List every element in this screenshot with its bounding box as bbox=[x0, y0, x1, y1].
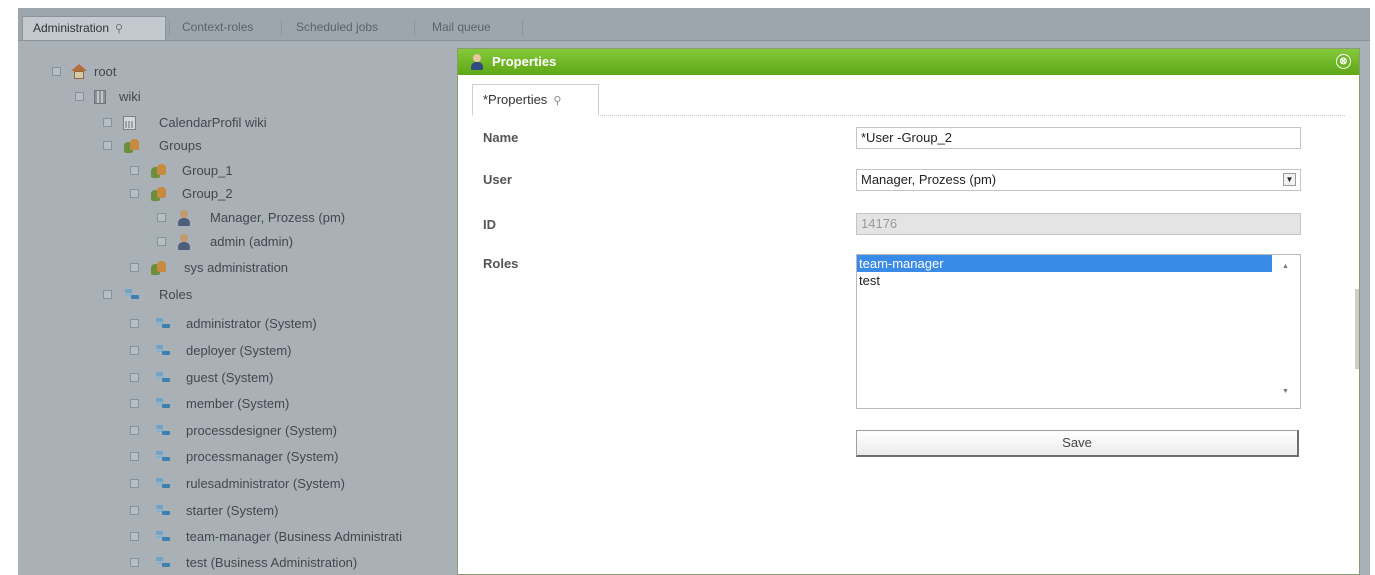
roles-option[interactable]: team-manager bbox=[857, 255, 1272, 272]
group-icon bbox=[123, 138, 141, 154]
role-icon bbox=[154, 449, 172, 465]
collapse-icon[interactable] bbox=[130, 189, 139, 198]
tree-node-label: starter (System) bbox=[186, 503, 279, 518]
role-icon bbox=[154, 529, 172, 545]
properties-tab-bar: *Properties ⚲ bbox=[472, 84, 1345, 116]
tree-node-label: processmanager (System) bbox=[186, 449, 339, 464]
leaf-icon bbox=[130, 263, 139, 272]
building-icon bbox=[91, 89, 109, 105]
properties-dialog: Properties ⊗ *Properties ⚲ Name *User -Gr… bbox=[457, 48, 1360, 575]
leaf-icon bbox=[130, 558, 139, 567]
leaf-icon bbox=[130, 346, 139, 355]
tree-node-label: member (System) bbox=[186, 396, 290, 411]
leaf-icon bbox=[130, 166, 139, 175]
tree-node-label: guest (System) bbox=[186, 370, 274, 385]
role-icon bbox=[154, 555, 172, 571]
leaf-icon bbox=[130, 532, 139, 541]
role-icon bbox=[154, 316, 172, 332]
role-icon bbox=[154, 343, 172, 359]
tree-node-label: wiki bbox=[119, 89, 141, 104]
tree-node-label: CalendarProfil wiki bbox=[159, 115, 267, 130]
roles-scrollbar[interactable]: ▲ ▼ bbox=[1272, 255, 1300, 408]
leaf-icon bbox=[130, 426, 139, 435]
tree-node-label: test (Business Administration) bbox=[186, 555, 358, 570]
role-icon bbox=[154, 370, 172, 386]
tree-node-label: rulesadministrator (System) bbox=[186, 476, 345, 491]
scroll-down-icon[interactable]: ▼ bbox=[1282, 388, 1289, 395]
user-select[interactable]: Manager, Prozess (pm) ▼ bbox=[856, 169, 1301, 191]
user-select-value: Manager, Prozess (pm) bbox=[861, 172, 997, 187]
tree-node-label: processdesigner (System) bbox=[186, 423, 337, 438]
tree-node-label: Groups bbox=[159, 138, 202, 153]
save-button[interactable]: Save bbox=[856, 430, 1299, 457]
roles-option[interactable]: test bbox=[857, 272, 1272, 289]
user-icon bbox=[175, 210, 193, 226]
user-icon bbox=[175, 234, 193, 250]
name-field[interactable]: *User -Group_2 bbox=[856, 127, 1301, 149]
close-icon[interactable]: ⊗ bbox=[1336, 54, 1351, 69]
tree-node-label: sys administration bbox=[184, 260, 289, 275]
tree-node-label: root bbox=[94, 64, 117, 79]
tree-node-label: Manager, Prozess (pm) bbox=[210, 210, 346, 225]
leaf-icon bbox=[130, 506, 139, 515]
tab-properties-label: *Properties bbox=[483, 92, 548, 107]
collapse-icon[interactable] bbox=[52, 67, 61, 76]
role-icon bbox=[123, 287, 141, 303]
dialog-scrollbar[interactable] bbox=[1355, 289, 1359, 369]
leaf-icon bbox=[103, 118, 112, 127]
tree-node-label: admin (admin) bbox=[210, 234, 294, 249]
id-label: ID bbox=[483, 217, 496, 232]
role-icon bbox=[154, 423, 172, 439]
tree-node-label: deployer (System) bbox=[186, 343, 292, 358]
tree-node-label: team-manager (Business Administrati bbox=[186, 529, 403, 544]
group-icon bbox=[150, 163, 168, 179]
home-icon bbox=[70, 64, 88, 80]
collapse-icon[interactable] bbox=[103, 141, 112, 150]
tree-node-label: Group_2 bbox=[182, 186, 233, 201]
user-label: User bbox=[483, 172, 512, 187]
leaf-icon bbox=[157, 237, 166, 246]
roles-label: Roles bbox=[483, 256, 519, 271]
role-icon bbox=[154, 503, 172, 519]
tree-node-label: administrator (System) bbox=[186, 316, 317, 331]
leaf-icon bbox=[130, 319, 139, 328]
dialog-title: Properties bbox=[492, 54, 557, 69]
tree-node-label: Group_1 bbox=[182, 163, 233, 178]
pin-icon[interactable]: ⚲ bbox=[553, 95, 561, 107]
role-icon bbox=[154, 476, 172, 492]
role-icon bbox=[154, 396, 172, 412]
dialog-title-bar[interactable]: Properties ⊗ bbox=[458, 49, 1359, 75]
group-icon bbox=[150, 186, 168, 202]
leaf-icon bbox=[157, 213, 166, 222]
leaf-icon bbox=[130, 452, 139, 461]
admin-tree: root wiki CalendarProfil wiki Groups Gro… bbox=[0, 0, 470, 575]
id-field: 14176 bbox=[856, 213, 1301, 235]
chevron-down-icon[interactable]: ▼ bbox=[1283, 173, 1296, 186]
name-label: Name bbox=[483, 130, 519, 145]
tab-divider bbox=[522, 20, 523, 36]
leaf-icon bbox=[130, 399, 139, 408]
scroll-up-icon[interactable]: ▲ bbox=[1282, 263, 1289, 270]
group-icon bbox=[150, 260, 168, 276]
collapse-icon[interactable] bbox=[103, 290, 112, 299]
user-icon bbox=[468, 54, 486, 70]
roles-listbox[interactable]: team-manager test ▲ ▼ bbox=[856, 254, 1301, 409]
collapse-icon[interactable] bbox=[75, 92, 84, 101]
tab-properties[interactable]: *Properties ⚲ bbox=[472, 84, 599, 116]
leaf-icon bbox=[130, 479, 139, 488]
tree-node-label: Roles bbox=[159, 287, 193, 302]
leaf-icon bbox=[130, 373, 139, 382]
calendar-icon bbox=[121, 115, 139, 131]
